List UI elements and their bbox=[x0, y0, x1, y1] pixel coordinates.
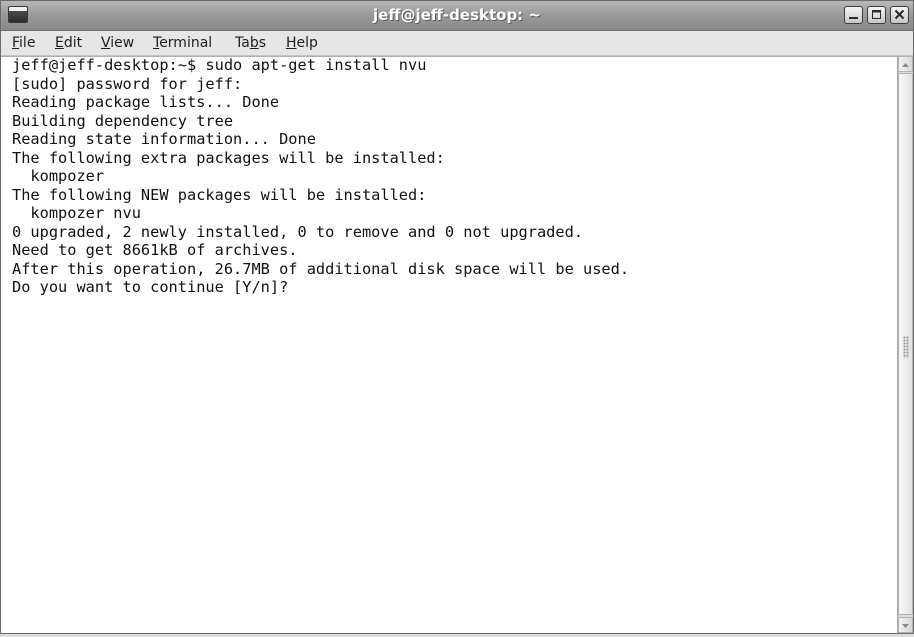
menu-file-mnemonic: F bbox=[12, 35, 20, 51]
menu-terminal-label: erminal bbox=[159, 35, 213, 51]
maximize-icon bbox=[872, 10, 881, 19]
scroll-up-button[interactable] bbox=[898, 56, 913, 72]
maximize-button[interactable] bbox=[867, 6, 886, 24]
window-title: jeff@jeff-desktop: ~ bbox=[373, 6, 541, 24]
minimize-icon bbox=[849, 17, 858, 19]
scroll-thumb[interactable] bbox=[898, 73, 913, 615]
menu-edit-mnemonic: E bbox=[55, 35, 64, 51]
terminal-line: The following NEW packages will be insta… bbox=[12, 185, 427, 204]
title-bar[interactable]: jeff@jeff-desktop: ~ bbox=[1, 1, 913, 31]
menu-terminal[interactable]: Terminal bbox=[153, 35, 212, 51]
menu-view[interactable]: View bbox=[101, 35, 134, 51]
menu-help[interactable]: Help bbox=[286, 35, 318, 51]
terminal-line-prompt: Do you want to continue [Y/n]? bbox=[12, 278, 289, 296]
grip-icon bbox=[903, 336, 909, 358]
menu-tabs[interactable]: Tabs bbox=[235, 35, 266, 51]
menu-help-mnemonic: H bbox=[286, 35, 297, 51]
menu-view-mnemonic: V bbox=[101, 35, 111, 51]
menu-help-label: elp bbox=[296, 35, 318, 51]
terminal-line: 0 upgraded, 2 newly installed, 0 to remo… bbox=[12, 222, 583, 241]
terminal-line: Reading state information... Done bbox=[12, 130, 316, 148]
menu-tabs-label: s bbox=[258, 35, 267, 51]
terminal-line: Reading package lists... Done bbox=[12, 93, 280, 111]
terminal-line: After this operation, 26.7MB of addition… bbox=[12, 259, 630, 278]
terminal-line: Need to get 8661kB of archives. bbox=[12, 241, 298, 259]
terminal-line: [sudo] password for jeff: bbox=[12, 74, 243, 93]
terminal-line: kompozer nvu bbox=[12, 204, 141, 222]
menu-file-label: ile bbox=[19, 35, 36, 51]
scroll-down-button[interactable] bbox=[898, 617, 913, 633]
menu-edit[interactable]: Edit bbox=[55, 35, 82, 51]
menu-file[interactable]: File bbox=[12, 35, 35, 51]
vertical-scrollbar[interactable] bbox=[897, 56, 913, 633]
close-icon bbox=[894, 9, 905, 20]
terminal-line: The following extra packages will be ins… bbox=[12, 148, 445, 167]
terminal-window: jeff@jeff-desktop: ~ File Edit View Term… bbox=[0, 0, 914, 634]
menu-edit-label: dit bbox=[63, 35, 83, 51]
menu-view-label: iew bbox=[110, 35, 135, 51]
minimize-button[interactable] bbox=[844, 6, 863, 24]
menu-tabs-prefix: Ta bbox=[235, 35, 250, 51]
close-button[interactable] bbox=[890, 6, 909, 24]
arrow-down-icon bbox=[902, 624, 909, 628]
terminal-line-command: jeff@jeff-desktop:~$ sudo apt-get instal… bbox=[12, 56, 427, 74]
menu-tabs-mnemonic: b bbox=[249, 35, 259, 51]
arrow-up-icon bbox=[902, 63, 909, 67]
terminal-line: Building dependency tree bbox=[12, 111, 234, 130]
menu-bar: File Edit View Terminal Tabs Help bbox=[1, 31, 913, 56]
terminal-output[interactable]: jeff@jeff-desktop:~$ sudo apt-get instal… bbox=[1, 56, 897, 633]
terminal-line: kompozer bbox=[12, 167, 105, 185]
